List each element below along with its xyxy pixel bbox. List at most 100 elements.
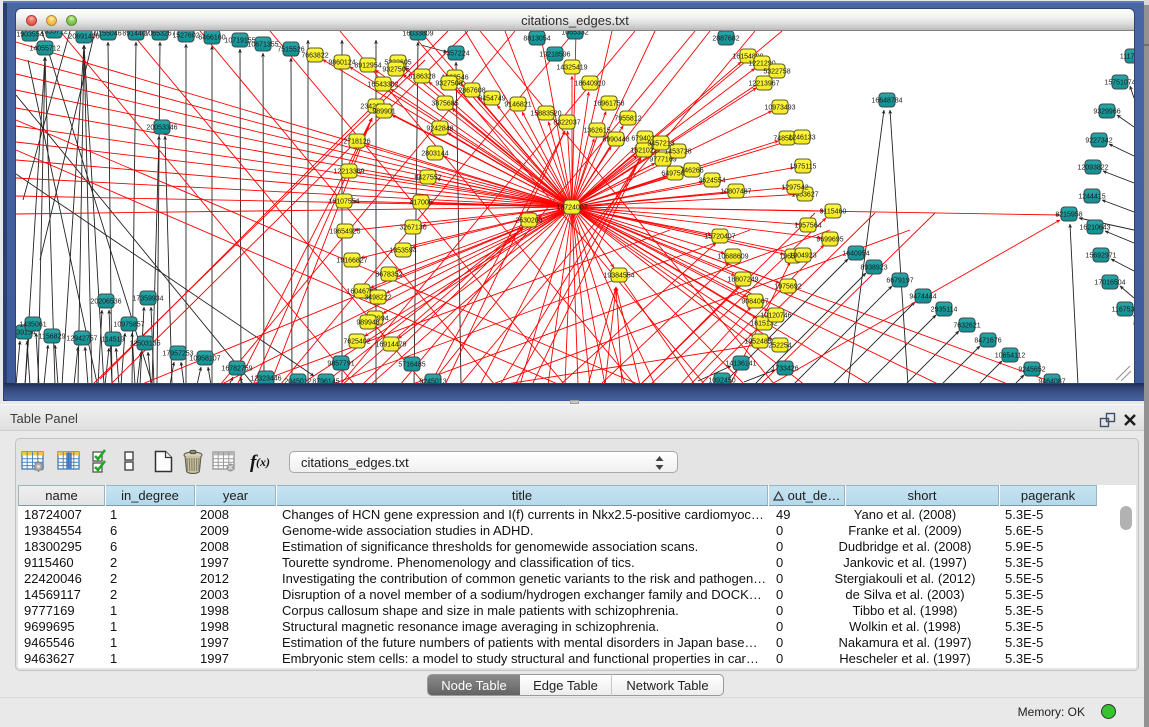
svg-text:746266: 746266 bbox=[680, 168, 703, 175]
svg-text:15751074: 15751074 bbox=[1104, 80, 1134, 87]
svg-text:2867608: 2867608 bbox=[458, 88, 485, 95]
svg-text:7632621: 7632621 bbox=[953, 323, 980, 330]
svg-text:1957564: 1957564 bbox=[794, 223, 821, 230]
svg-text:1065332: 1065332 bbox=[561, 31, 588, 37]
svg-text:9474444: 9474444 bbox=[909, 294, 936, 301]
svg-text:8912954: 8912954 bbox=[354, 63, 381, 70]
svg-text:16033809: 16033809 bbox=[402, 31, 433, 38]
svg-text:1156829: 1156829 bbox=[39, 334, 66, 341]
svg-text:14136141: 14136141 bbox=[725, 361, 756, 368]
svg-text:3267130: 3267130 bbox=[399, 225, 426, 232]
svg-text:16648784: 16648784 bbox=[871, 98, 902, 105]
svg-text:15720407: 15720407 bbox=[704, 234, 735, 241]
svg-text:10120746: 10120746 bbox=[760, 313, 791, 320]
svg-text:1904923: 1904923 bbox=[789, 253, 816, 260]
svg-text:12323446: 12323446 bbox=[250, 376, 281, 383]
svg-text:2530203: 2530203 bbox=[515, 218, 542, 225]
svg-text:16543382: 16543382 bbox=[367, 82, 398, 89]
svg-text:19384554: 19384554 bbox=[603, 273, 634, 280]
svg-text:12942757: 12942757 bbox=[66, 336, 97, 343]
svg-text:9860124: 9860124 bbox=[328, 60, 355, 67]
svg-text:8990448: 8990448 bbox=[602, 137, 629, 144]
svg-text:12093822: 12093822 bbox=[1077, 165, 1108, 172]
svg-text:10688609: 10688609 bbox=[717, 254, 748, 261]
svg-text:16782759: 16782759 bbox=[221, 366, 252, 373]
svg-text:15883520: 15883520 bbox=[530, 111, 561, 118]
svg-text:16914479: 16914479 bbox=[375, 342, 406, 349]
svg-text:6466160: 6466160 bbox=[198, 35, 225, 42]
svg-text:12503135: 12503135 bbox=[129, 341, 160, 348]
svg-text:9115460: 9115460 bbox=[820, 209, 847, 216]
svg-text:8322037: 8322037 bbox=[553, 120, 580, 127]
svg-text:18640910: 18640910 bbox=[574, 81, 605, 88]
svg-text:8454749: 8454749 bbox=[478, 96, 505, 103]
svg-text:16107554: 16107554 bbox=[328, 199, 359, 206]
svg-text:10653267: 10653267 bbox=[144, 31, 175, 38]
svg-text:8427552: 8427552 bbox=[414, 175, 441, 182]
svg-text:10975857: 10975857 bbox=[113, 322, 144, 329]
svg-text:8938923: 8938923 bbox=[860, 265, 887, 272]
svg-text:1246133: 1246133 bbox=[788, 135, 815, 142]
svg-text:17016504: 17016504 bbox=[1094, 280, 1125, 287]
svg-text:1353594: 1353594 bbox=[389, 248, 416, 255]
svg-text:8678352: 8678352 bbox=[375, 272, 402, 279]
svg-text:2887682: 2887682 bbox=[712, 36, 739, 43]
svg-text:7357224: 7357224 bbox=[442, 51, 469, 58]
svg-text:10671355: 10671355 bbox=[247, 42, 278, 49]
svg-text:20206536: 20206536 bbox=[90, 299, 121, 306]
svg-text:8186328: 8186328 bbox=[408, 74, 435, 81]
svg-text:252254: 252254 bbox=[768, 343, 791, 350]
svg-text:18724007: 18724007 bbox=[556, 205, 587, 212]
svg-text:5716485: 5716485 bbox=[398, 362, 425, 369]
svg-text:10654112: 10654112 bbox=[995, 353, 1026, 360]
svg-text:15692971: 15692971 bbox=[1085, 253, 1116, 260]
svg-text:9155046: 9155046 bbox=[94, 31, 121, 38]
svg-text:1527602: 1527602 bbox=[172, 33, 199, 40]
svg-text:9084067: 9084067 bbox=[741, 299, 768, 306]
svg-text:8215958: 8215958 bbox=[1055, 212, 1082, 219]
svg-text:3624554: 3624554 bbox=[698, 178, 725, 185]
svg-text:1975692: 1975692 bbox=[774, 284, 801, 291]
svg-text:2045012: 2045012 bbox=[284, 379, 311, 384]
svg-text:10807487: 10807487 bbox=[720, 189, 751, 196]
svg-text:7955812: 7955812 bbox=[614, 116, 641, 123]
svg-text:989901: 989901 bbox=[372, 109, 395, 116]
svg-text:2803144: 2803144 bbox=[421, 151, 448, 158]
svg-text:7663822: 7663822 bbox=[301, 53, 328, 60]
svg-text:1092450: 1092450 bbox=[708, 378, 735, 384]
svg-text:9457213: 9457213 bbox=[647, 141, 674, 148]
svg-text:9242848: 9242848 bbox=[426, 126, 453, 133]
svg-text:16961758: 16961758 bbox=[593, 101, 624, 108]
svg-text:1362615: 1362615 bbox=[583, 128, 610, 135]
svg-text:417006: 417006 bbox=[409, 200, 432, 207]
svg-text:14325419: 14325419 bbox=[556, 65, 587, 72]
svg-text:8471676: 8471676 bbox=[974, 338, 1001, 345]
svg-text:2055712: 2055712 bbox=[40, 31, 67, 36]
svg-text:12213967: 12213967 bbox=[748, 81, 779, 88]
svg-text:1435061: 1435061 bbox=[19, 322, 46, 329]
svg-text:(x): (x) bbox=[256, 455, 270, 469]
svg-text:14055712: 14055712 bbox=[29, 46, 60, 53]
svg-text:16210643: 16210643 bbox=[1079, 225, 1110, 232]
svg-text:6679197: 6679197 bbox=[886, 278, 913, 285]
svg-text:19218596: 19218596 bbox=[539, 52, 570, 59]
svg-text:9699695: 9699695 bbox=[816, 237, 843, 244]
svg-text:3875685: 3875685 bbox=[431, 101, 458, 108]
svg-text:1244415: 1244415 bbox=[1078, 194, 1105, 201]
svg-text:989948: 989948 bbox=[356, 320, 379, 327]
svg-text:9329966: 9329966 bbox=[1093, 109, 1120, 116]
svg-text:2718126: 2718126 bbox=[343, 139, 370, 146]
svg-text:9327505: 9327505 bbox=[382, 67, 409, 74]
svg-text:19654925: 19654925 bbox=[329, 229, 360, 236]
svg-text:10958107: 10958107 bbox=[189, 356, 220, 363]
svg-text:2935114: 2935114 bbox=[931, 307, 958, 314]
svg-text:9327508: 9327508 bbox=[435, 81, 462, 88]
svg-text:7625402: 7625402 bbox=[343, 339, 370, 346]
svg-text:3498222: 3498222 bbox=[364, 295, 391, 302]
svg-text:9146821: 9146821 bbox=[504, 102, 531, 109]
svg-text:19166827: 19166827 bbox=[336, 258, 367, 265]
svg-text:9464087: 9464087 bbox=[1038, 379, 1065, 384]
svg-text:12213369: 12213369 bbox=[333, 169, 364, 176]
svg-text:1640954: 1640954 bbox=[842, 251, 869, 258]
svg-text:1297542: 1297542 bbox=[781, 185, 808, 192]
